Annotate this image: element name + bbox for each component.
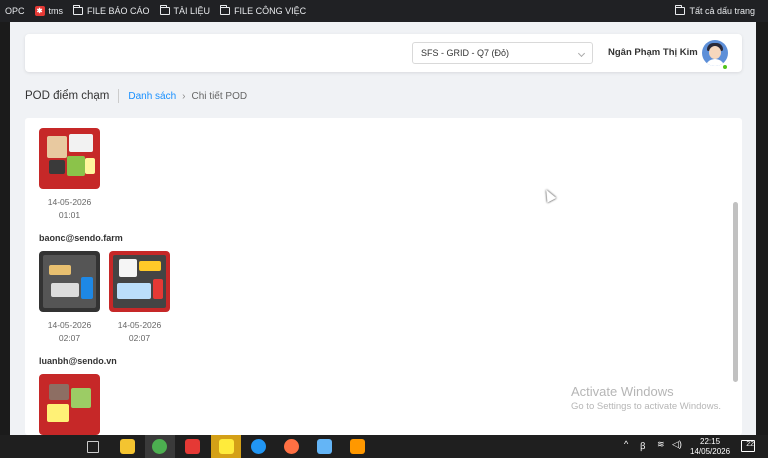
bookmark-file-bao-cao[interactable]: FILE BÁO CÁO — [68, 0, 155, 22]
store-select-value: SFS - GRID - Q7 (Đỏ) — [421, 48, 510, 58]
bookmark-opc[interactable]: OPC — [0, 0, 30, 22]
pod-photo[interactable] — [39, 128, 100, 189]
bookmarks-bar: OPC ✱ tms FILE BÁO CÁO TÀI LIỆU FILE CÔN… — [0, 0, 768, 22]
app-icon[interactable] — [284, 439, 299, 454]
store-select[interactable]: SFS - GRID - Q7 (Đỏ) — [412, 42, 593, 64]
pod-uploader-email: baonc@sendo.farm — [39, 233, 123, 243]
folder-icon — [159, 5, 170, 15]
bookmark-label: FILE BÁO CÁO — [87, 6, 150, 16]
clock-date: 14/05/2026 — [690, 447, 731, 456]
notification-icon[interactable]: 22 — [741, 440, 755, 452]
bookmark-file-cong-viec[interactable]: FILE CÔNG VIỆC — [215, 0, 311, 22]
page: SFS - GRID - Q7 (Đỏ) Ngân Phạm Thị Kim P… — [10, 22, 756, 435]
pod-date: 14-05-2026 — [47, 320, 92, 330]
all-bookmarks[interactable]: Tất cả dấu trang — [670, 0, 760, 22]
tms-icon: ✱ — [34, 6, 45, 16]
task-view-icon[interactable] — [87, 441, 99, 453]
page-title: POD điểm chạm — [25, 90, 110, 102]
breadcrumb-separator-icon: › — [182, 90, 186, 102]
folder-icon — [220, 5, 231, 15]
breadcrumb-current: Chi tiết POD — [191, 90, 248, 102]
breadcrumb-link-list[interactable]: Danh sách — [128, 91, 176, 102]
pod-date: 14-05-2026 — [117, 320, 162, 330]
divider — [118, 89, 120, 103]
notification-count: 22 — [746, 441, 754, 448]
clock-time: 22:15 — [700, 437, 721, 446]
pod-time: 01:01 — [58, 210, 81, 220]
sticky-notes-icon[interactable] — [219, 439, 234, 454]
top-header: SFS - GRID - Q7 (Đỏ) Ngân Phạm Thị Kim — [25, 34, 742, 72]
folder-icon — [675, 5, 686, 15]
chevron-up-icon[interactable]: ^ — [624, 439, 628, 449]
pod-photo[interactable] — [39, 374, 100, 435]
scrollbar[interactable] — [733, 202, 738, 382]
folder-icon — [73, 5, 84, 15]
bookmark-tms[interactable]: ✱ tms — [30, 0, 69, 22]
activate-windows-subtitle: Go to Settings to activate Windows. — [571, 401, 721, 412]
bookmark-label: OPC — [5, 6, 25, 16]
chevron-down-icon — [577, 49, 586, 58]
taskbar: ^ ꞵ ≋ ◁) 22:15 14/05/2026 22 — [0, 435, 768, 458]
pod-time: 02:07 — [58, 333, 81, 343]
online-status-icon — [722, 64, 728, 70]
zalo-icon[interactable] — [251, 439, 266, 454]
pod-uploader-email: luanbh@sendo.vn — [39, 356, 117, 366]
pod-photo[interactable] — [39, 251, 100, 312]
pod-photo[interactable] — [109, 251, 170, 312]
volume-icon[interactable]: ◁) — [672, 439, 682, 450]
avatar-face — [709, 46, 721, 59]
app-icon[interactable] — [317, 439, 332, 454]
activate-windows-title: Activate Windows — [571, 384, 674, 399]
pod-date: 14-05-2026 — [47, 197, 92, 207]
all-bookmarks-label: Tất cả dấu trang — [689, 6, 755, 16]
pod-time: 02:07 — [128, 333, 151, 343]
wifi-icon[interactable]: ≋ — [657, 439, 665, 450]
avatar[interactable] — [702, 40, 728, 66]
app-icon[interactable] — [350, 439, 365, 454]
bookmark-label: tms — [48, 6, 64, 16]
user-name[interactable]: Ngân Phạm Thị Kim — [608, 47, 698, 58]
chrome-icon[interactable] — [152, 439, 167, 454]
input-method-icon[interactable]: ꞵ — [640, 439, 646, 452]
wps-icon[interactable] — [185, 439, 200, 454]
clock[interactable]: 22:15 14/05/2026 — [690, 437, 730, 457]
pod-timestamp: 14-05-2026 01:01 — [39, 196, 100, 222]
bookmark-label: TÀI LIỆU — [173, 6, 211, 16]
pod-timestamp: 14-05-2026 02:07 — [39, 319, 100, 345]
breadcrumb: POD điểm chạm Danh sách › Chi tiết POD — [25, 88, 247, 104]
bookmark-label: FILE CÔNG VIỆC — [234, 6, 307, 16]
bookmark-tai-lieu[interactable]: TÀI LIỆU — [155, 0, 216, 22]
file-explorer-icon[interactable] — [120, 439, 135, 454]
pod-timestamp: 14-05-2026 02:07 — [109, 319, 170, 345]
